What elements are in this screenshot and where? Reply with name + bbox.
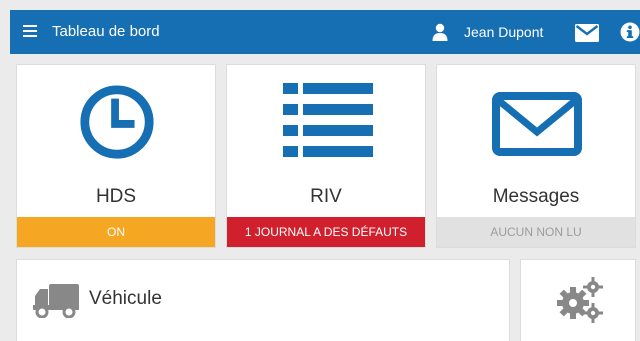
user-name[interactable]: Jean Dupont (464, 22, 543, 42)
list-icon (283, 83, 373, 157)
settings-tile[interactable] (520, 259, 636, 341)
status-badge: 1 JOURNAL A DES DÉFAUTS (227, 217, 425, 247)
riv-tile[interactable]: RIV 1 JOURNAL A DES DÉFAUTS (226, 64, 426, 248)
top-app-bar: Tableau de bord Jean Dupont (10, 10, 640, 54)
envelope-icon[interactable] (575, 24, 599, 42)
hds-tile[interactable]: HDS ON (16, 64, 216, 248)
info-icon[interactable] (620, 22, 640, 42)
status-badge: ON (17, 217, 215, 247)
vehicle-tile[interactable]: Véhicule (16, 259, 510, 341)
tile-label: Véhicule (89, 288, 162, 309)
envelope-icon (492, 92, 582, 156)
truck-icon (33, 284, 79, 318)
tile-label: HDS (95, 186, 137, 207)
tile-label: Messages (492, 186, 580, 207)
messages-tile[interactable]: Messages AUCUN NON LU (436, 64, 636, 248)
gears-icon (557, 277, 603, 323)
page-title: Tableau de bord (52, 23, 160, 40)
status-badge: AUCUN NON LU (437, 217, 635, 247)
hamburger-menu-icon[interactable] (23, 25, 37, 37)
user-icon[interactable] (432, 23, 448, 41)
tile-label: RIV (310, 186, 342, 207)
clock-icon (80, 85, 154, 159)
